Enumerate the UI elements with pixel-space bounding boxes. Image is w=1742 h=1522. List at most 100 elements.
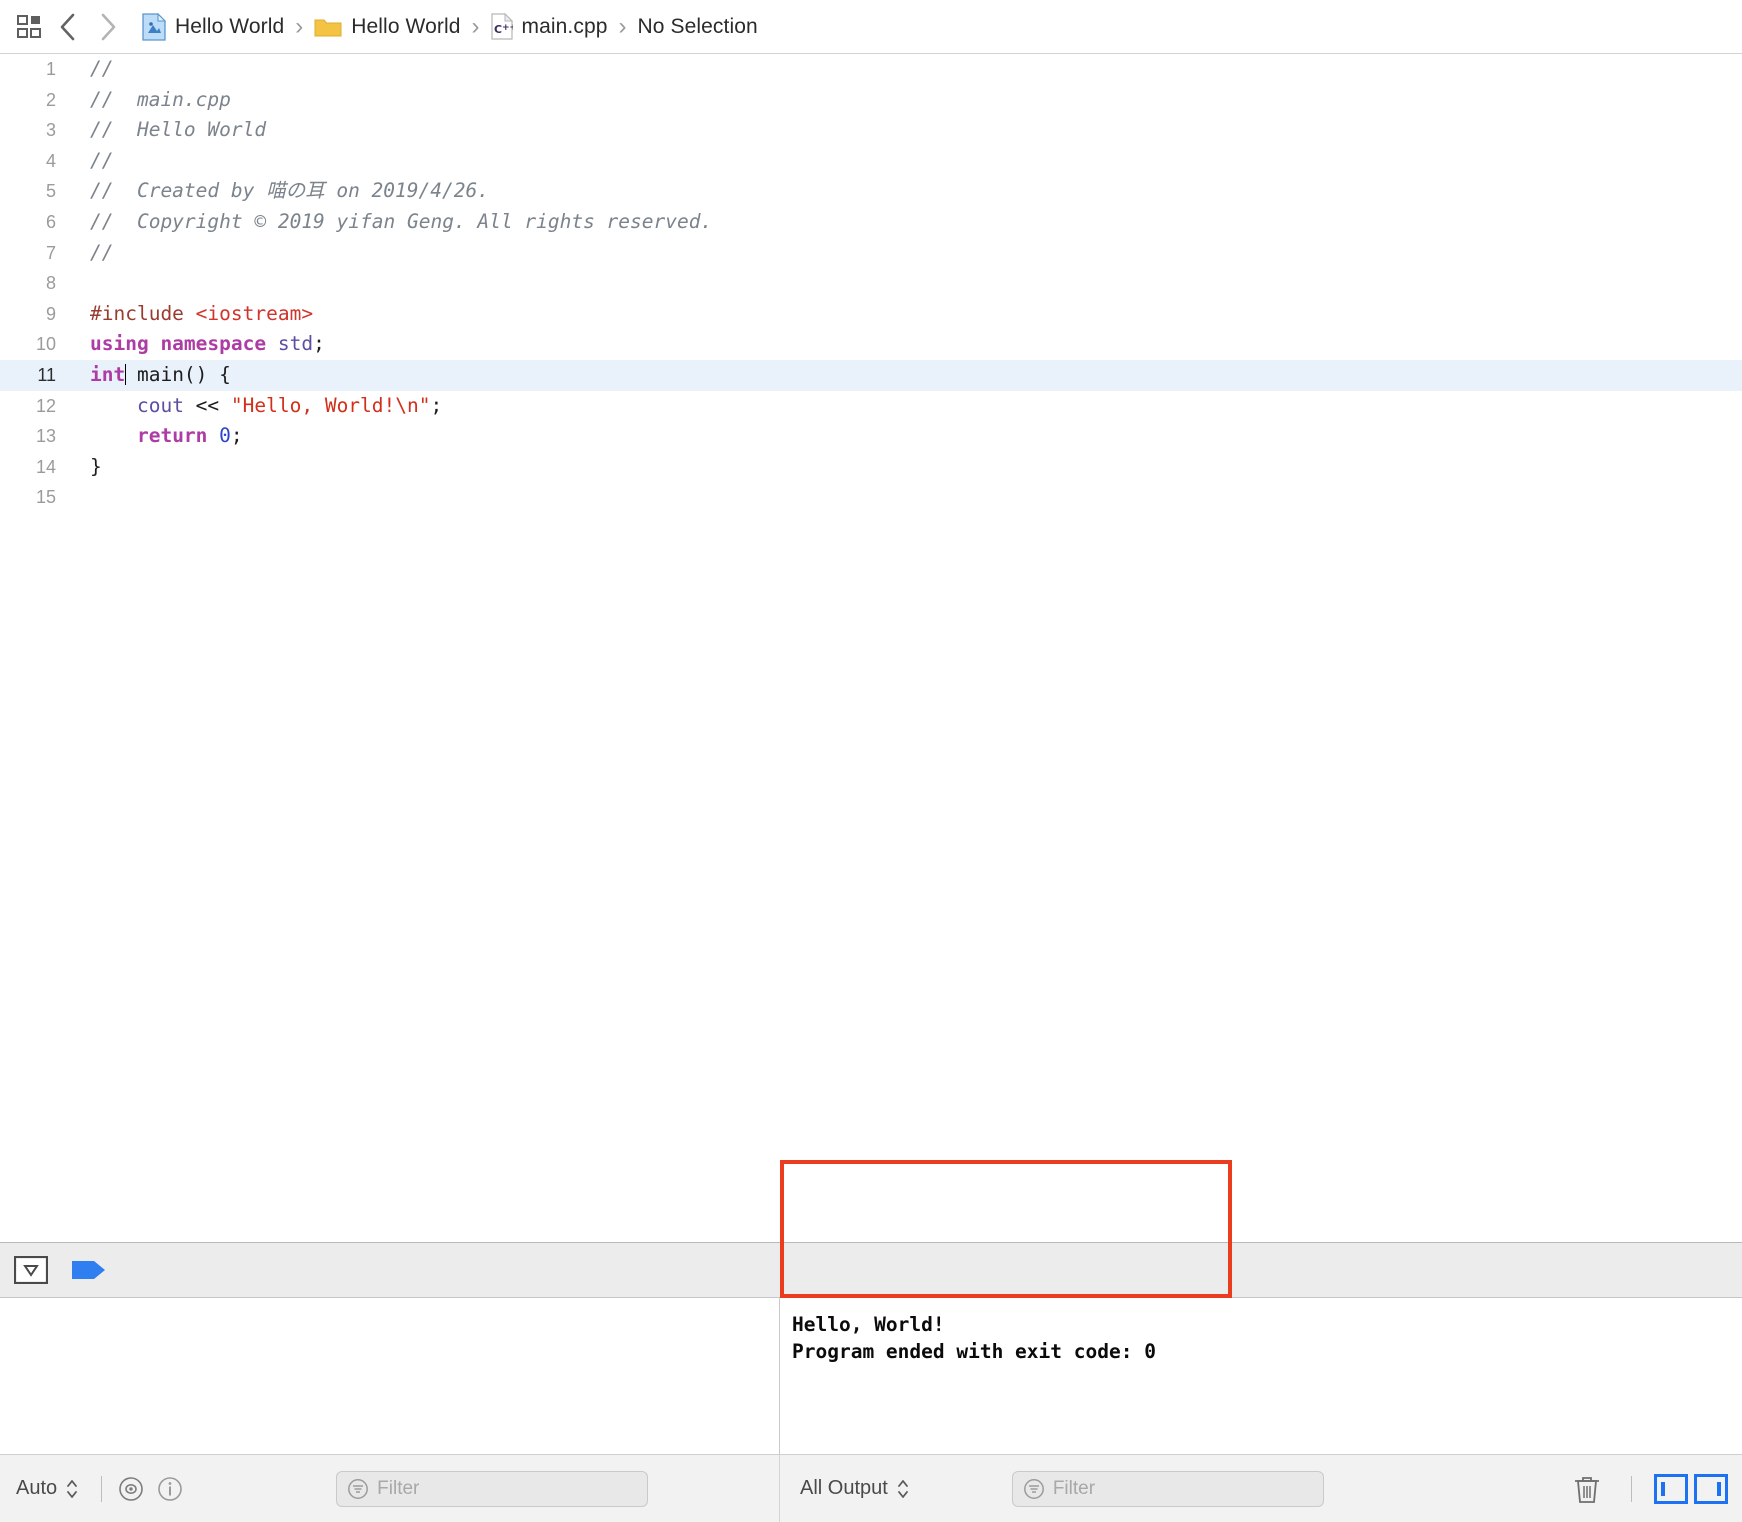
console-output-mode-stepper[interactable] <box>896 1477 910 1501</box>
code-line[interactable]: 3 // Hello World <box>0 115 1742 146</box>
console-toolbar: All Output Filter <box>780 1455 1742 1522</box>
chevron-left-icon <box>60 13 75 40</box>
code-line[interactable]: 5 // Created by 喵の耳 on 2019/4/26. <box>0 176 1742 207</box>
line-number: 14 <box>35 456 56 477</box>
code-token: std <box>277 332 314 356</box>
code-text: cout << "Hello, World!\n"; <box>70 391 442 422</box>
variables-filter-placeholder: Filter <box>377 1477 420 1499</box>
variables-scope-stepper[interactable] <box>65 1477 79 1501</box>
line-number: 10 <box>35 334 56 355</box>
line-number: 5 <box>45 181 56 202</box>
console-filter-placeholder: Filter <box>1052 1477 1096 1499</box>
console-view[interactable]: Hello, World! Program ended with exit co… <box>780 1298 1742 1454</box>
code-token: } <box>90 454 102 478</box>
code-line[interactable]: 9 #include <iostream> <box>0 299 1742 330</box>
breadcrumb-item-project[interactable]: Hello World <box>142 8 284 46</box>
console-output-mode-label[interactable]: All Output <box>800 1477 888 1500</box>
code-line[interactable]: 10 using namespace std; <box>0 329 1742 360</box>
code-token: // Copyright © 2019 yifan Geng. All righ… <box>90 209 713 233</box>
line-number: 12 <box>35 395 56 416</box>
show-console-pane-toggle[interactable] <box>1694 1473 1728 1504</box>
code-line[interactable]: 4 // <box>0 146 1742 177</box>
variables-view[interactable] <box>0 1298 780 1454</box>
xcode-window: Hello World › Hello World › C ++ main.cp… <box>0 0 1742 1522</box>
code-line-list: 1 // 2 // main.cpp 3 // Hello World 4 // 5 // Cre… <box>0 54 1742 513</box>
breadcrumb-item-folder[interactable]: Hello World <box>314 8 460 46</box>
code-line[interactable]: 15 <box>0 482 1742 513</box>
variables-info-button[interactable] <box>157 1476 183 1502</box>
code-line[interactable]: 2 // main.cpp <box>0 85 1742 116</box>
show-console-pane-icon <box>1717 1481 1721 1496</box>
continue-flag-icon <box>72 1261 105 1279</box>
code-token: ; <box>313 332 325 356</box>
chevron-right-icon <box>101 13 116 40</box>
code-text: // <box>70 146 113 177</box>
breadcrumb-separator: › <box>618 12 627 40</box>
code-line[interactable]: 8 <box>0 268 1742 299</box>
show-variables-button[interactable] <box>118 1476 144 1502</box>
toolbar-divider <box>1631 1475 1632 1502</box>
code-token: // <box>90 148 114 172</box>
code-line[interactable]: 6 // Copyright © 2019 yifan Geng. All rig… <box>0 207 1742 238</box>
up-down-stepper-icon <box>897 1479 908 1498</box>
code-text: // <box>70 54 113 85</box>
code-token: using namespace <box>90 332 278 356</box>
hide-debug-area-button[interactable] <box>14 1256 48 1284</box>
code-line[interactable]: 7 // <box>0 238 1742 269</box>
variables-scope-label[interactable]: Auto <box>16 1477 57 1500</box>
code-line[interactable]: 1 // <box>0 54 1742 85</box>
breadcrumb-item-file[interactable]: C ++ main.cpp <box>490 8 608 46</box>
code-token: // Created by 喵の耳 on 2019/4/26. <box>90 179 489 203</box>
line-number: 13 <box>35 426 56 447</box>
show-variables-pane-toggle[interactable] <box>1654 1473 1688 1504</box>
clear-console-button[interactable] <box>1572 1473 1602 1505</box>
related-items-button[interactable] <box>10 8 48 46</box>
code-token: #include <box>90 301 196 325</box>
line-number: 9 <box>45 303 56 324</box>
toolbar-divider <box>101 1475 103 1502</box>
console-filter-field[interactable]: Filter <box>1011 1470 1324 1507</box>
line-number: 2 <box>45 89 56 110</box>
code-line[interactable]: 11 int main() { <box>0 359 1742 391</box>
code-text: using namespace std; <box>70 329 325 360</box>
variables-toolbar: Auto Filter <box>0 1455 780 1522</box>
code-text: // <box>70 238 113 269</box>
line-number: 8 <box>45 273 56 294</box>
show-variables-pane-icon <box>1661 1481 1665 1496</box>
grid-related-items-icon <box>17 14 41 38</box>
code-text: // Created by 喵の耳 on 2019/4/26. <box>70 176 489 207</box>
filter-funnel-icon <box>348 1478 369 1499</box>
code-token: // <box>90 240 114 264</box>
code-text: // main.cpp <box>70 85 231 116</box>
debug-area: Hello, World! Program ended with exit co… <box>0 1298 1742 1454</box>
breadcrumb-label: Hello World <box>351 14 461 38</box>
navigate-back-button[interactable] <box>48 8 88 46</box>
debug-bar <box>0 1242 1742 1298</box>
source-editor[interactable]: 1 // 2 // main.cpp 3 // Hello World 4 // 5 // Cre… <box>0 54 1742 1242</box>
code-text: int main() { <box>70 360 231 391</box>
variables-filter-field[interactable]: Filter <box>336 1470 649 1507</box>
code-token: ; <box>230 424 243 448</box>
code-line[interactable]: 13 return 0; <box>0 421 1742 452</box>
breadcrumb-separator: › <box>295 12 304 40</box>
continue-execution-button[interactable] <box>70 1257 108 1283</box>
code-token: int <box>90 362 126 386</box>
line-number: 4 <box>45 150 56 171</box>
line-number: 6 <box>45 211 56 232</box>
code-line[interactable]: 14} <box>0 452 1742 483</box>
trash-icon <box>1575 1476 1599 1503</box>
code-token: // main.cpp <box>90 87 231 111</box>
hide-debug-area-icon <box>14 1256 48 1284</box>
code-token: return <box>136 424 208 448</box>
code-token: ; <box>430 393 443 417</box>
code-text: } <box>70 452 102 483</box>
navigate-forward-button[interactable] <box>88 8 128 46</box>
code-token: <iostream> <box>195 301 314 325</box>
code-line[interactable]: 12 cout << "Hello, World!\n"; <box>0 391 1742 422</box>
svg-text:++: ++ <box>502 23 513 33</box>
line-number: 1 <box>45 59 56 79</box>
breadcrumb-item-selection[interactable]: No Selection <box>638 8 758 46</box>
